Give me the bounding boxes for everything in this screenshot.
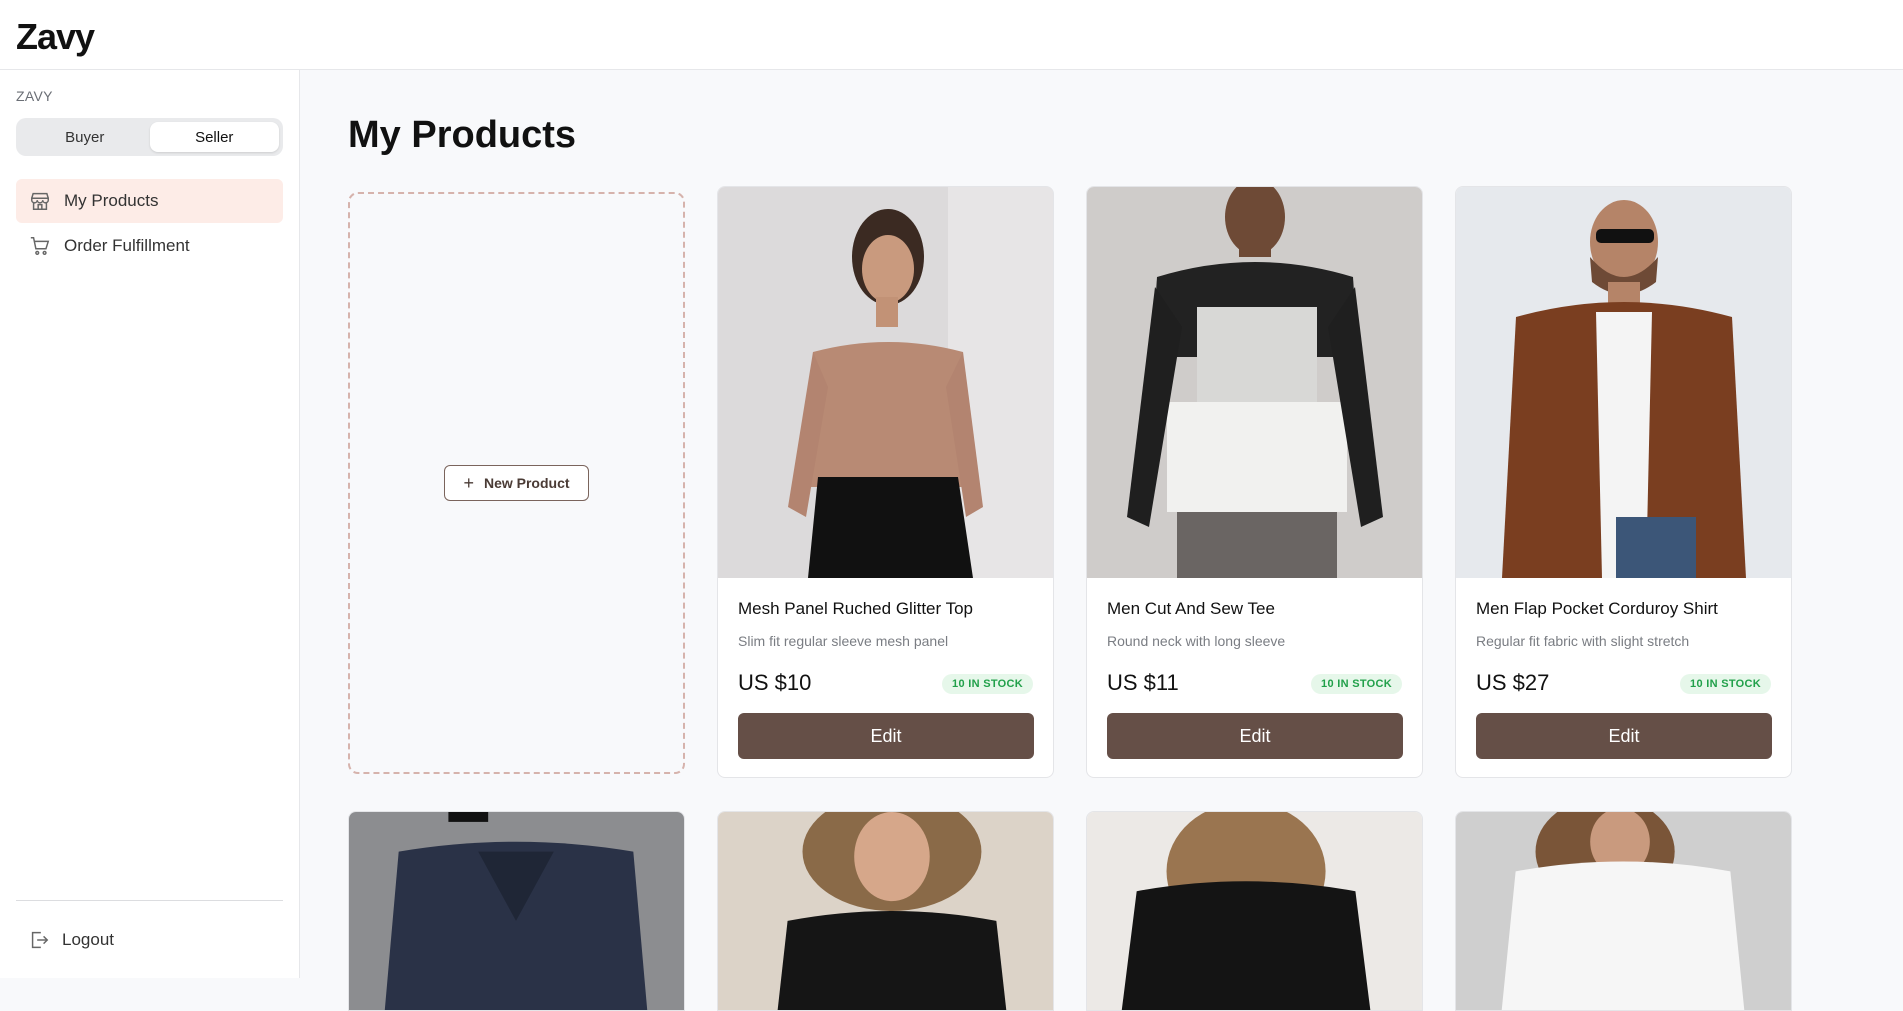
app-logo[interactable]: Zavy [16,16,95,58]
logout-icon [31,931,49,949]
sidebar-item-order-fulfillment[interactable]: Order Fulfillment [16,224,283,268]
product-card [1086,811,1423,1011]
product-name: Men Cut And Sew Tee [1107,599,1275,618]
sidebar: ZAVY Buyer Seller My Products Order Fulf… [0,70,300,978]
new-product-card: + New Product [348,192,685,774]
product-image[interactable] [1456,187,1792,578]
plus-icon: + [463,472,474,493]
edit-button[interactable]: Edit [738,713,1034,759]
sidebar-item-my-products[interactable]: My Products [16,179,283,223]
edit-button[interactable]: Edit [1107,713,1403,759]
product-name: Mesh Panel Ruched Glitter Top [738,599,973,618]
sidebar-divider [16,900,283,901]
sidebar-item-label: My Products [64,191,159,210]
logout-label: Logout [62,930,114,949]
product-price: US $11 [1107,670,1179,695]
cart-icon [28,234,52,258]
new-product-button[interactable]: + New Product [444,465,589,501]
mode-toggle: Buyer Seller [16,118,283,156]
product-card [1455,811,1792,1011]
product-image[interactable] [349,812,684,1010]
product-image[interactable] [1456,812,1791,1010]
stock-badge: 10 IN STOCK [942,674,1033,694]
product-card [717,811,1054,1011]
product-image[interactable] [1087,812,1422,1010]
product-card: Mesh Panel Ruched Glitter Top Slim fit r… [717,186,1054,778]
new-product-label: New Product [483,475,570,491]
main-content: My Products + New Product Mesh Panel Ruc… [301,70,1903,1011]
product-description: Regular fit fabric with slight stretch [1476,633,1690,649]
seller-toggle-button[interactable]: Seller [149,122,279,152]
stock-badge: 10 IN STOCK [1311,674,1402,694]
product-name: Men Flap Pocket Corduroy Shirt [1476,599,1718,618]
logout-button[interactable]: Logout [16,920,283,960]
product-card [348,811,685,1011]
product-card: Men Flap Pocket Corduroy Shirt Regular f… [1455,186,1792,778]
store-icon [28,189,52,213]
sidebar-item-label: Order Fulfillment [64,236,190,255]
buyer-toggle-button[interactable]: Buyer [20,122,150,152]
edit-button[interactable]: Edit [1476,713,1772,759]
product-description: Slim fit regular sleeve mesh panel [738,633,949,649]
page-title: My Products [348,114,577,156]
product-image[interactable] [1087,187,1423,578]
product-price: US $10 [738,670,812,695]
sidebar-section-label: ZAVY [16,88,53,104]
top-bar: Zavy [0,0,1903,70]
product-image[interactable] [718,812,1053,1010]
product-card: Men Cut And Sew Tee Round neck with long… [1086,186,1423,778]
stock-badge: 10 IN STOCK [1680,674,1771,694]
product-description: Round neck with long sleeve [1107,633,1286,649]
product-image[interactable] [718,187,1054,578]
product-price: US $27 [1476,670,1550,695]
